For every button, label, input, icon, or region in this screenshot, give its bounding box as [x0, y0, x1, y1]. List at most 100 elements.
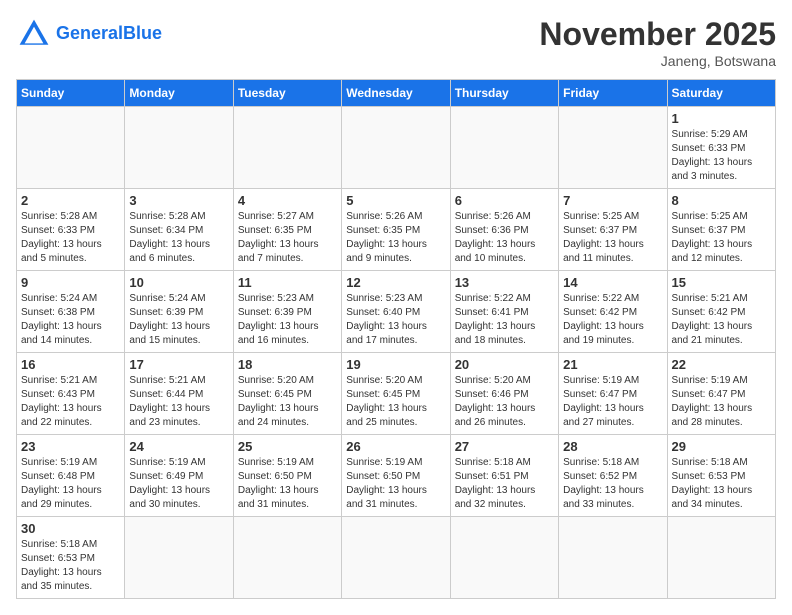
logo: GeneralBlue — [16, 16, 162, 52]
day-cell: 5 Sunrise: 5:26 AM Sunset: 6:35 PM Daylig… — [342, 189, 450, 271]
day-cell: 19Sunrise: 5:20 AM Sunset: 6:45 PM Dayli… — [342, 353, 450, 435]
day-number: 12 — [346, 275, 445, 290]
day-info: Sunrise: 5:24 AM Sunset: 6:39 PM Dayligh… — [129, 292, 228, 348]
week-row-1: 2Sunrise: 5:28 AM Sunset: 6:33 PM Daylig… — [17, 189, 776, 271]
day-cell: 1 Sunrise: 5:29 AM Sunset: 6:33 PM Daylig… — [667, 107, 775, 189]
week-row-2: 9Sunrise: 5:24 AM Sunset: 6:38 PM Daylig… — [17, 271, 776, 353]
day-info: Sunrise: 5:26 AM Sunset: 6:35 PM Dayligh… — [346, 210, 445, 266]
day-number: 15 — [672, 275, 771, 290]
day-cell: 7 Sunrise: 5:25 AM Sunset: 6:37 PM Daylig… — [559, 189, 667, 271]
calendar: SundayMondayTuesdayWednesdayThursdayFrid… — [16, 79, 776, 599]
day-cell: 14 Sunrise: 5:22 AM Sunset: 6:42 PM Dayli… — [559, 271, 667, 353]
day-info: Sunrise: 5:23 AM Sunset: 6:39 PM Dayligh… — [238, 292, 337, 348]
day-cell: 29 Sunrise: 5:18 AM Sunset: 6:53 PM Dayli… — [667, 435, 775, 517]
week-row-0: 1 Sunrise: 5:29 AM Sunset: 6:33 PM Daylig… — [17, 107, 776, 189]
title-area: November 2025 Janeng, Botswana — [539, 16, 776, 69]
day-cell: 10 Sunrise: 5:24 AM Sunset: 6:39 PM Dayli… — [125, 271, 233, 353]
day-info: Sunrise: 5:22 AM Sunset: 6:42 PM Dayligh… — [563, 292, 662, 348]
day-info: Sunrise: 5:18 AM Sunset: 6:53 PM Dayligh… — [672, 456, 771, 512]
day-number: 6 — [455, 193, 554, 208]
day-cell: 25 Sunrise: 5:19 AM Sunset: 6:50 PM Dayli… — [233, 435, 341, 517]
location: Janeng, Botswana — [539, 53, 776, 69]
day-info: Sunrise: 5:21 AM Sunset: 6:43 PM Dayligh… — [21, 374, 120, 430]
day-cell: 3 Sunrise: 5:28 AM Sunset: 6:34 PM Daylig… — [125, 189, 233, 271]
day-cell — [17, 107, 125, 189]
day-number: 1 — [672, 111, 771, 126]
day-info: Sunrise: 5:19 AM Sunset: 6:48 PM Dayligh… — [21, 456, 120, 512]
day-info: Sunrise: 5:20 AM Sunset: 6:45 PM Dayligh… — [346, 374, 445, 430]
day-cell: 20 Sunrise: 5:20 AM Sunset: 6:46 PM Dayli… — [450, 353, 558, 435]
day-info: Sunrise: 5:18 AM Sunset: 6:51 PM Dayligh… — [455, 456, 554, 512]
day-number: 18 — [238, 357, 337, 372]
day-info: Sunrise: 5:18 AM Sunset: 6:52 PM Dayligh… — [563, 456, 662, 512]
day-number: 20 — [455, 357, 554, 372]
header: GeneralBlue November 2025 Janeng, Botswa… — [16, 16, 776, 69]
day-number: 26 — [346, 439, 445, 454]
day-number: 4 — [238, 193, 337, 208]
day-info: Sunrise: 5:19 AM Sunset: 6:47 PM Dayligh… — [563, 374, 662, 430]
week-row-3: 16 Sunrise: 5:21 AM Sunset: 6:43 PM Dayli… — [17, 353, 776, 435]
day-cell — [342, 107, 450, 189]
day-info: Sunrise: 5:20 AM Sunset: 6:46 PM Dayligh… — [455, 374, 554, 430]
week-row-5: 30Sunrise: 5:18 AM Sunset: 6:53 PM Dayli… — [17, 517, 776, 599]
day-cell: 22Sunrise: 5:19 AM Sunset: 6:47 PM Dayli… — [667, 353, 775, 435]
day-header-sunday: Sunday — [17, 80, 125, 107]
day-cell — [233, 517, 341, 599]
day-cell: 8Sunrise: 5:25 AM Sunset: 6:37 PM Daylig… — [667, 189, 775, 271]
day-number: 23 — [21, 439, 120, 454]
day-cell — [667, 517, 775, 599]
day-cell — [450, 107, 558, 189]
logo-text: GeneralBlue — [56, 24, 162, 44]
day-cell — [125, 107, 233, 189]
week-row-4: 23 Sunrise: 5:19 AM Sunset: 6:48 PM Dayli… — [17, 435, 776, 517]
day-number: 7 — [563, 193, 662, 208]
day-cell: 24Sunrise: 5:19 AM Sunset: 6:49 PM Dayli… — [125, 435, 233, 517]
day-info: Sunrise: 5:26 AM Sunset: 6:36 PM Dayligh… — [455, 210, 554, 266]
day-cell — [559, 107, 667, 189]
day-header-monday: Monday — [125, 80, 233, 107]
day-number: 30 — [21, 521, 120, 536]
day-info: Sunrise: 5:25 AM Sunset: 6:37 PM Dayligh… — [563, 210, 662, 266]
day-info: Sunrise: 5:20 AM Sunset: 6:45 PM Dayligh… — [238, 374, 337, 430]
day-number: 21 — [563, 357, 662, 372]
logo-icon — [16, 16, 52, 52]
day-info: Sunrise: 5:21 AM Sunset: 6:44 PM Dayligh… — [129, 374, 228, 430]
month-title: November 2025 — [539, 16, 776, 53]
day-number: 28 — [563, 439, 662, 454]
day-header-saturday: Saturday — [667, 80, 775, 107]
day-header-wednesday: Wednesday — [342, 80, 450, 107]
day-cell: 21 Sunrise: 5:19 AM Sunset: 6:47 PM Dayli… — [559, 353, 667, 435]
day-info: Sunrise: 5:28 AM Sunset: 6:33 PM Dayligh… — [21, 210, 120, 266]
day-number: 11 — [238, 275, 337, 290]
day-number: 25 — [238, 439, 337, 454]
day-info: Sunrise: 5:29 AM Sunset: 6:33 PM Dayligh… — [672, 128, 771, 184]
day-number: 16 — [21, 357, 120, 372]
day-info: Sunrise: 5:19 AM Sunset: 6:50 PM Dayligh… — [346, 456, 445, 512]
day-info: Sunrise: 5:19 AM Sunset: 6:50 PM Dayligh… — [238, 456, 337, 512]
day-cell: 6 Sunrise: 5:26 AM Sunset: 6:36 PM Daylig… — [450, 189, 558, 271]
calendar-body: 1 Sunrise: 5:29 AM Sunset: 6:33 PM Daylig… — [17, 107, 776, 599]
day-number: 5 — [346, 193, 445, 208]
day-header-thursday: Thursday — [450, 80, 558, 107]
day-info: Sunrise: 5:27 AM Sunset: 6:35 PM Dayligh… — [238, 210, 337, 266]
day-cell: 11 Sunrise: 5:23 AM Sunset: 6:39 PM Dayli… — [233, 271, 341, 353]
day-cell: 17Sunrise: 5:21 AM Sunset: 6:44 PM Dayli… — [125, 353, 233, 435]
days-header-row: SundayMondayTuesdayWednesdayThursdayFrid… — [17, 80, 776, 107]
day-info: Sunrise: 5:23 AM Sunset: 6:40 PM Dayligh… — [346, 292, 445, 348]
day-cell: 23 Sunrise: 5:19 AM Sunset: 6:48 PM Dayli… — [17, 435, 125, 517]
day-cell — [342, 517, 450, 599]
day-number: 8 — [672, 193, 771, 208]
day-number: 14 — [563, 275, 662, 290]
day-number: 29 — [672, 439, 771, 454]
day-number: 3 — [129, 193, 228, 208]
day-cell — [450, 517, 558, 599]
day-header-friday: Friday — [559, 80, 667, 107]
day-cell: 30Sunrise: 5:18 AM Sunset: 6:53 PM Dayli… — [17, 517, 125, 599]
day-info: Sunrise: 5:28 AM Sunset: 6:34 PM Dayligh… — [129, 210, 228, 266]
day-number: 22 — [672, 357, 771, 372]
day-cell — [233, 107, 341, 189]
day-number: 10 — [129, 275, 228, 290]
day-info: Sunrise: 5:19 AM Sunset: 6:49 PM Dayligh… — [129, 456, 228, 512]
day-header-tuesday: Tuesday — [233, 80, 341, 107]
day-cell: 26 Sunrise: 5:19 AM Sunset: 6:50 PM Dayli… — [342, 435, 450, 517]
